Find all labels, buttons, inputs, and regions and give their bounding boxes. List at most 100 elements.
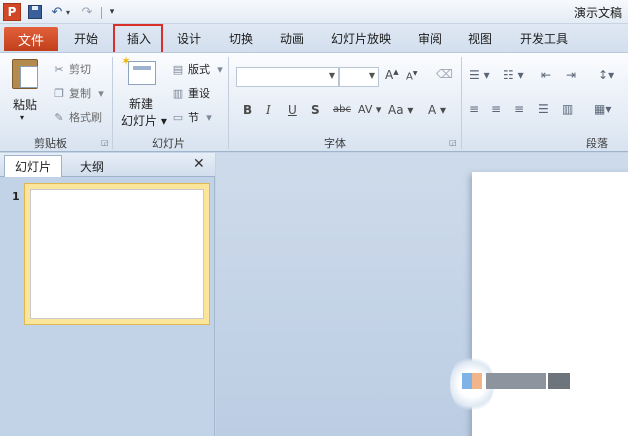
increase-indent-icon[interactable]: ⇥	[566, 68, 576, 82]
font-launcher-icon[interactable]: ◲	[449, 138, 457, 147]
copy-icon: ❐	[54, 86, 64, 100]
undo-dropdown-icon[interactable]: ▾	[64, 3, 72, 21]
new-slide-label: 幻灯片	[121, 114, 158, 128]
align-left-icon[interactable]: ≡	[469, 102, 479, 116]
copy-dropdown-icon: ▾	[98, 86, 104, 100]
line-spacing-icon: ↕	[598, 68, 609, 82]
slides-pane: 幻灯片 大纲 ✕ 1	[0, 153, 215, 436]
ribbon: 粘贴 ▾ ✂ 剪切 ❐ 复制 ▾ ✎ 格式刷 剪贴板 ◲ 新建 幻灯片 ▾ ▤ 版式 ▾ ▥…	[0, 52, 628, 152]
section-label: 节	[188, 111, 199, 124]
section-button[interactable]: ▭ 节 ▾	[171, 109, 216, 125]
decrease-indent-icon[interactable]: ⇤	[541, 68, 551, 82]
paste-dropdown-icon[interactable]: ▾	[20, 113, 24, 122]
tab-home[interactable]: 开始	[74, 30, 98, 47]
slides-group-label: 幻灯片	[152, 137, 185, 150]
paste-button[interactable]: 粘贴	[13, 96, 37, 113]
slide-thumbnail-preview	[30, 189, 204, 319]
copy-label: 复制	[69, 87, 91, 100]
columns-button[interactable]: ▦▾	[594, 102, 611, 116]
font-color-label: A	[428, 103, 437, 117]
justify-icon[interactable]: ☰	[538, 102, 549, 116]
clipboard-launcher-icon[interactable]: ◲	[101, 138, 109, 147]
chevron-down-icon: ▼	[368, 71, 375, 80]
layout-icon: ▤	[172, 62, 184, 76]
font-name-dropdown[interactable]: ▼	[236, 67, 339, 87]
tab-file[interactable]: 文件	[4, 27, 58, 51]
bullets-icon: ☰	[469, 68, 480, 82]
group-divider	[228, 57, 229, 149]
customize-quick-access-icon[interactable]: ▾	[106, 3, 118, 21]
group-divider	[112, 57, 113, 149]
scissors-icon: ✂	[54, 62, 64, 76]
section-icon: ▭	[172, 110, 184, 124]
underline-button[interactable]: U	[288, 103, 297, 117]
slide-canvas[interactable]	[472, 172, 628, 436]
text-shadow-button[interactable]: S	[311, 103, 320, 117]
watermark-blurred-text	[462, 367, 612, 395]
numbering-icon: ☷	[503, 68, 514, 82]
tab-developer[interactable]: 开发工具	[520, 30, 568, 47]
grow-font-label: A	[385, 68, 394, 82]
new-slide-dropdown[interactable]: 幻灯片 ▾	[121, 112, 167, 129]
bold-button[interactable]: B	[243, 103, 252, 117]
align-center-icon[interactable]: ≡	[491, 102, 501, 116]
font-size-dropdown[interactable]: ▼	[339, 67, 379, 87]
chevron-down-icon: ▼	[328, 71, 335, 80]
format-painter-button[interactable]: ✎ 格式刷	[52, 109, 102, 125]
tab-animations[interactable]: 动画	[280, 30, 304, 47]
slide-editing-area	[216, 153, 628, 436]
cut-label: 剪切	[69, 63, 91, 76]
group-divider	[461, 57, 462, 149]
change-case-button[interactable]: Aa ▾	[388, 103, 413, 117]
bullets-button[interactable]: ☰ ▾	[469, 68, 490, 82]
new-slide-button[interactable]: 新建	[129, 95, 153, 112]
slide-thumbnail[interactable]	[24, 183, 210, 325]
font-group-label: 字体	[324, 137, 346, 150]
numbering-button[interactable]: ☷ ▾	[503, 68, 524, 82]
shrink-font-button[interactable]: A▼	[406, 70, 417, 82]
italic-button[interactable]: I	[266, 103, 271, 117]
document-title: 演示文稿	[573, 6, 622, 20]
section-dropdown-icon: ▾	[206, 110, 212, 124]
brush-icon: ✎	[54, 110, 64, 124]
layout-button[interactable]: ▤ 版式 ▾	[171, 61, 227, 77]
distribute-icon[interactable]: ▥	[562, 102, 573, 116]
new-slide-icon[interactable]	[121, 54, 156, 85]
title-bar: P ↶ ▾ ↷ ▾ 演示文稿	[0, 0, 628, 24]
change-case-label: Aa	[388, 103, 404, 117]
powerpoint-icon[interactable]: P	[3, 3, 21, 21]
columns-icon: ▦	[594, 102, 606, 116]
ribbon-tabs: 文件 开始 插入 设计 切换 动画 幻灯片放映 审阅 视图 开发工具	[0, 24, 628, 52]
clear-formatting-icon[interactable]: ⌫	[436, 67, 453, 81]
shrink-font-label: A	[406, 71, 413, 83]
character-spacing-label: AV	[358, 103, 373, 116]
tab-slides[interactable]: 幻灯片	[4, 155, 62, 177]
layout-label: 版式	[188, 63, 210, 76]
tab-view[interactable]: 视图	[468, 30, 492, 47]
save-icon[interactable]	[27, 3, 43, 21]
pane-tab-strip: 幻灯片 大纲 ✕	[0, 153, 215, 177]
paste-icon[interactable]	[12, 59, 38, 89]
character-spacing-button[interactable]: AV ▾	[358, 103, 381, 116]
tab-transitions[interactable]: 切换	[229, 30, 253, 47]
layout-dropdown-icon: ▾	[217, 62, 223, 76]
paragraph-group-label: 段落	[586, 137, 608, 150]
reset-button[interactable]: ▥ 重设	[171, 85, 210, 101]
line-spacing-button[interactable]: ↕▾	[598, 68, 614, 82]
strikethrough-button[interactable]: abc	[333, 104, 351, 115]
reset-label: 重设	[188, 87, 210, 100]
tab-design[interactable]: 设计	[177, 30, 201, 47]
grow-font-button[interactable]: A▲	[385, 68, 399, 82]
undo-icon[interactable]: ↶	[50, 3, 64, 21]
font-color-button[interactable]: A ▾	[428, 103, 446, 117]
copy-button[interactable]: ❐ 复制 ▾	[52, 85, 108, 101]
tab-outline[interactable]: 大纲	[66, 157, 118, 175]
cut-button[interactable]: ✂ 剪切	[52, 61, 91, 77]
redo-icon[interactable]: ↷	[80, 3, 94, 21]
quick-access-divider	[101, 7, 102, 19]
tab-review[interactable]: 审阅	[418, 30, 442, 47]
slide-thumbnail-number: 1	[12, 190, 20, 203]
close-icon[interactable]: ✕	[193, 156, 205, 172]
tab-slideshow[interactable]: 幻灯片放映	[331, 30, 391, 47]
align-right-icon[interactable]: ≡	[514, 102, 524, 116]
